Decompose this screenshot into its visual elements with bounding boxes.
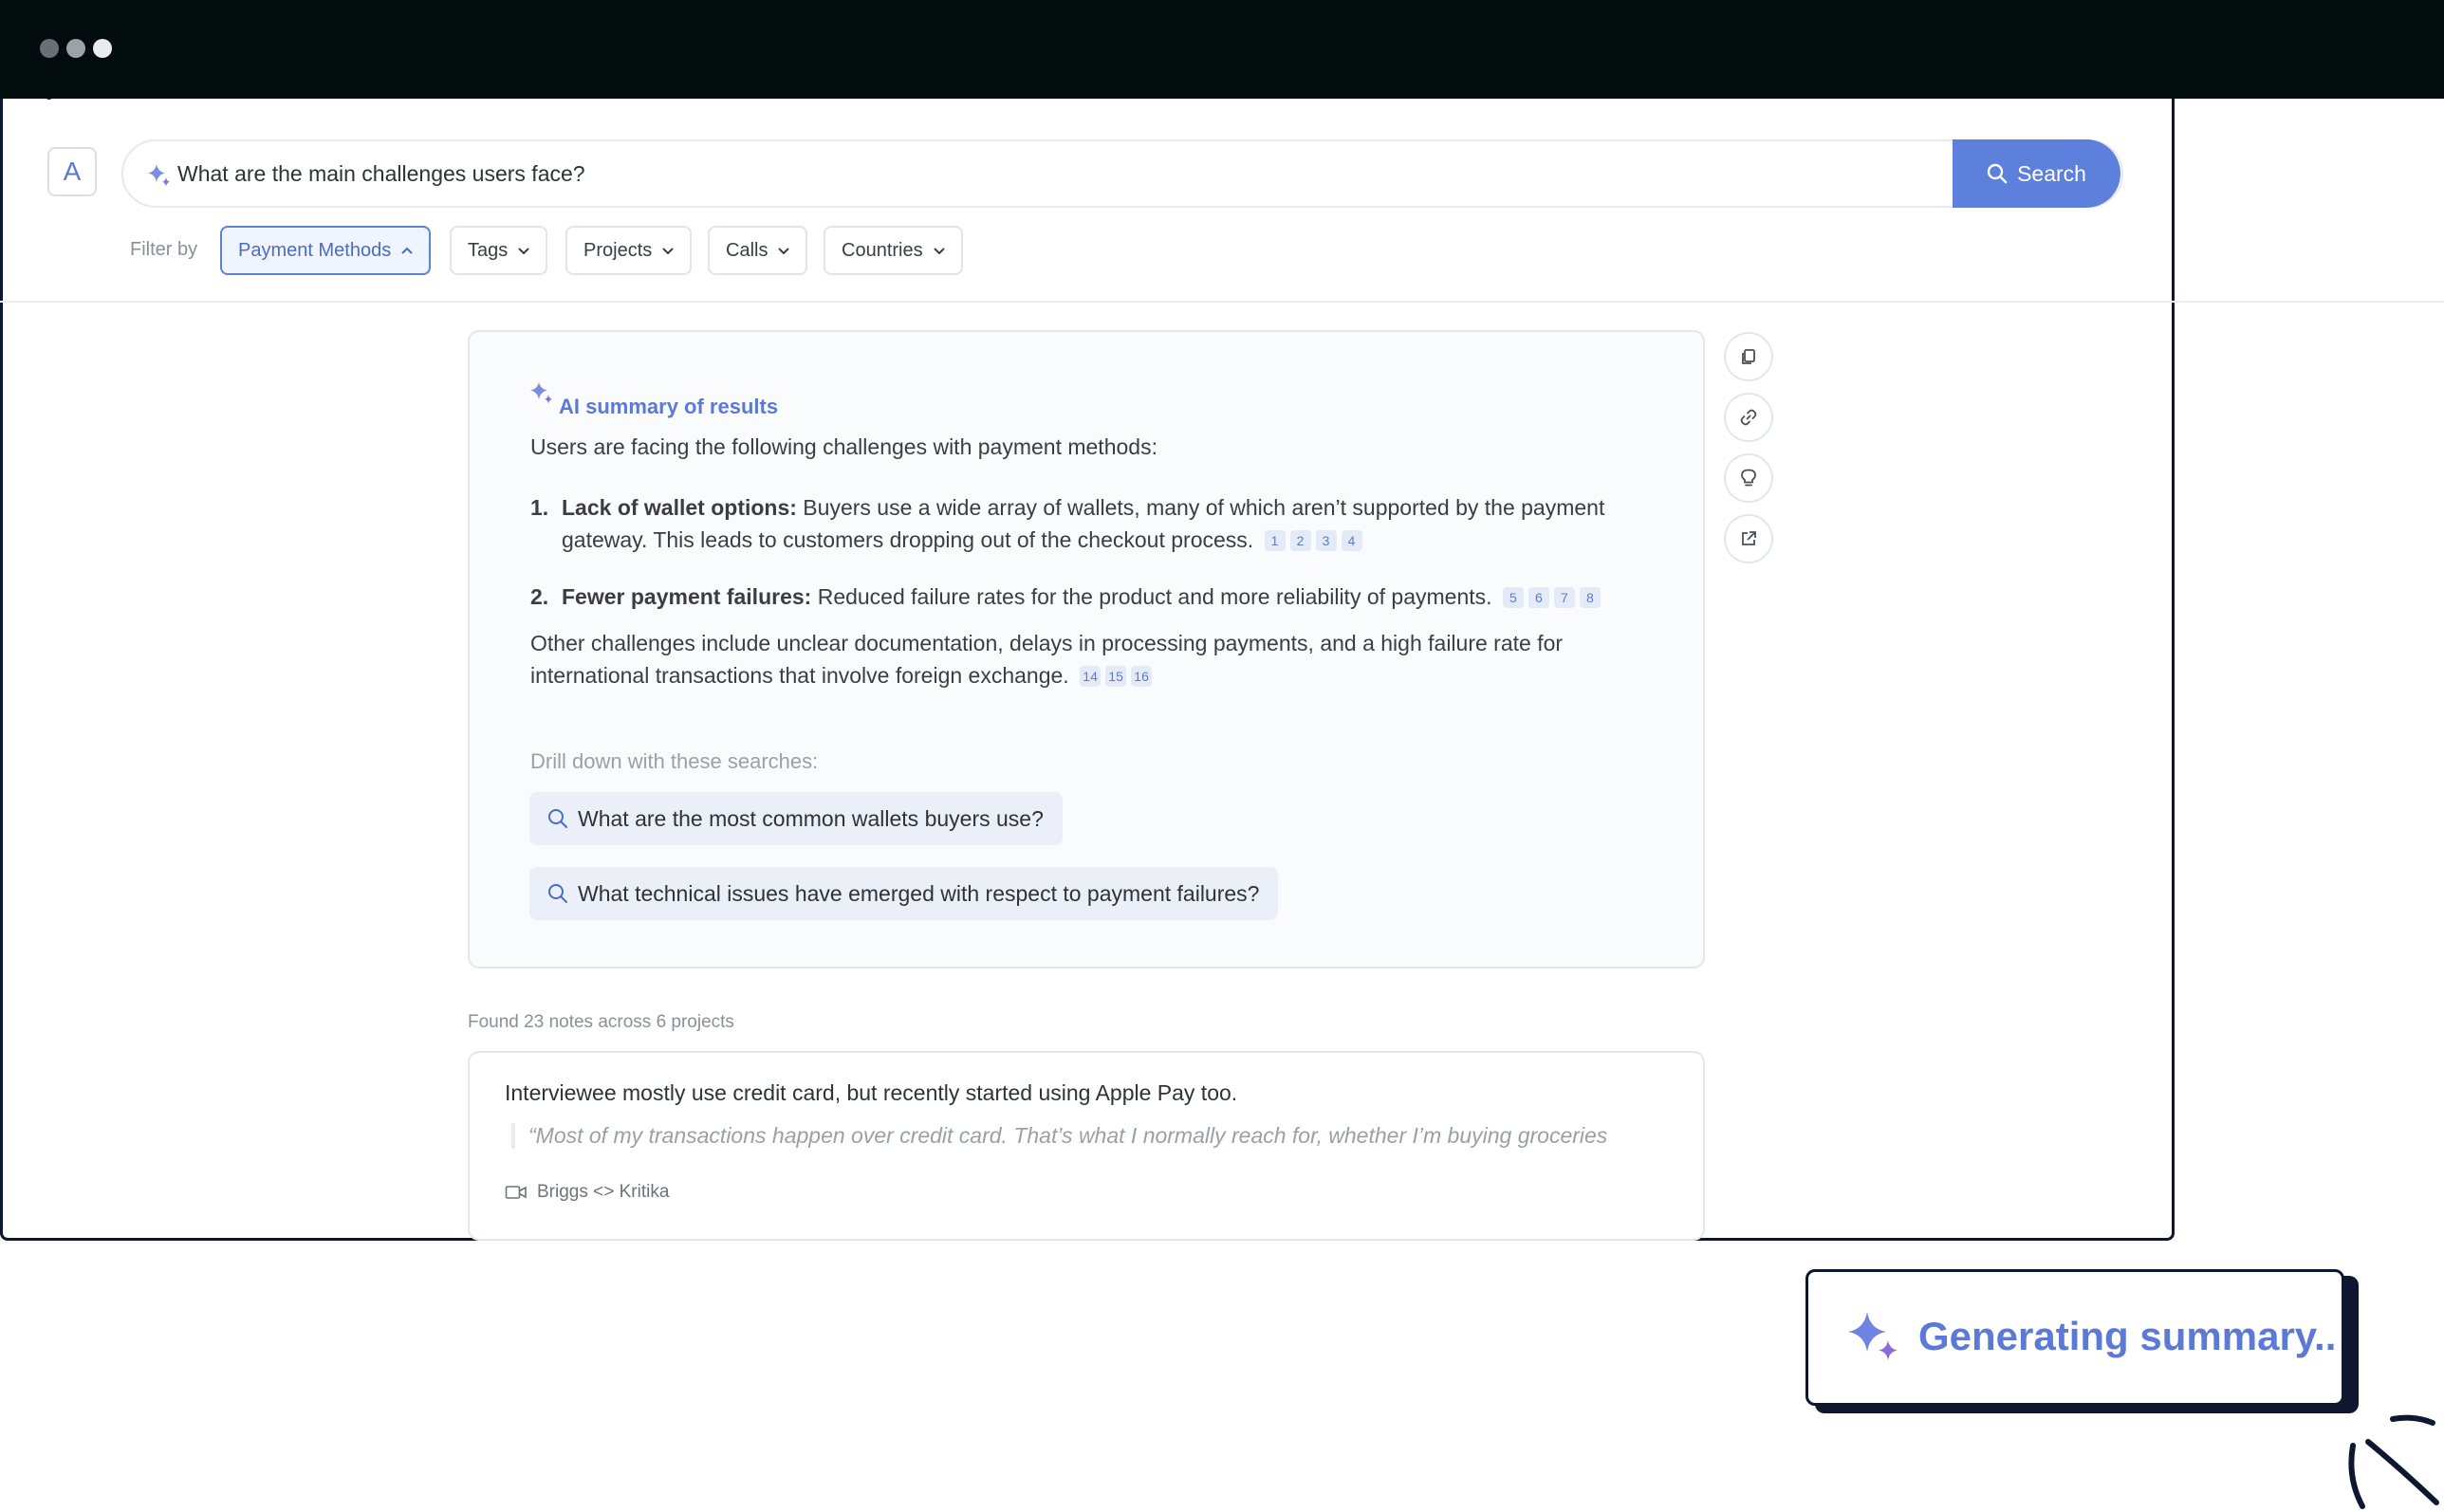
sparkle-icon [530,382,552,404]
decorative-scribble-bottom-right [2348,1414,2439,1509]
note-call-source[interactable]: Briggs <> Kritika [505,1182,669,1203]
chevron-up-icon [401,247,413,254]
citation-badge[interactable]: 5 [1502,587,1524,608]
copy-icon [1742,349,1755,364]
citation-badge[interactable]: 6 [1528,587,1549,608]
filter-projects[interactable]: Projects [565,226,693,275]
summary-item-number: 1. [530,495,549,520]
chevron-down-icon [933,248,945,255]
toast-message: Generating summary.. [1918,1314,2337,1358]
video-camera-icon [505,1186,527,1199]
citation-badge[interactable]: 1 [1264,530,1286,551]
window-dot-minimize[interactable] [66,39,85,58]
note-title: Interviewee mostly use credit card, but … [505,1080,1238,1105]
citation-badge[interactable]: 3 [1315,530,1337,551]
search-query: What are the main challenges users face? [177,161,585,186]
open-external-button[interactable] [1724,514,1773,563]
drill-down-label: Drill down with these searches: [530,749,819,773]
filter-label: Filter by [130,239,198,260]
search-input[interactable]: What are the main challenges users face? [121,139,2123,208]
filter-chip-label: Tags [468,239,509,261]
summary-item: 1. Lack of wallet options: Buyers use a … [530,491,1650,556]
citation-badge[interactable]: 15 [1105,666,1127,687]
insight-button[interactable] [1724,453,1773,503]
search-icon [548,809,567,828]
app-window: A What are the main challenges users fac… [0,0,2444,1241]
filter-tags[interactable]: Tags [450,226,548,275]
summary-intro: Users are facing the following challenge… [530,434,1157,459]
summary-other-text: Other challenges include unclear documen… [530,631,1564,688]
window-dot-close[interactable] [40,39,59,58]
drill-down-search-label: What technical issues have emerged with … [578,880,1260,906]
filter-countries[interactable]: Countries [824,226,963,275]
chevron-down-icon [518,248,529,255]
avatar-letter: A [63,157,82,186]
chevron-down-icon [662,248,674,255]
citation-badge[interactable]: 14 [1080,666,1102,687]
summary-other: Other challenges include unclear documen… [530,627,1621,691]
summary-item-heading: Lack of wallet options: [562,495,797,520]
search-button[interactable]: Search [1953,139,2120,208]
summary-item-heading: Fewer payment failures: [562,584,812,609]
citation-badge[interactable]: 8 [1579,587,1601,608]
note-card[interactable]: Interviewee mostly use credit card, but … [468,1051,1705,1241]
window-titlebar [0,0,2444,99]
header-divider [0,301,2444,303]
copy-link-button[interactable] [1724,393,1773,442]
filter-calls[interactable]: Calls [708,226,808,275]
search-icon [1987,163,2008,184]
note-quote: “Most of my transactions happen over cre… [511,1123,1684,1149]
summary-title: AI summary of results [559,395,779,418]
search-button-label: Search [2017,160,2086,186]
filter-chip-label: Projects [583,239,653,261]
ai-summary-card: AI summary of results Users are facing t… [468,330,1705,968]
filter-chip-label: Countries [842,239,923,261]
summary-item-number: 2. [530,584,549,609]
filter-payment-methods[interactable]: Payment Methods [220,226,432,275]
summary-item: 2. Fewer payment failures: Reduced failu… [530,581,1650,613]
generating-summary-toast: Generating summary.. [1805,1269,2344,1406]
sparkle-icon [148,164,170,187]
summary-item-text: Reduced failure rates for the product an… [811,584,1492,609]
citation-badge[interactable]: 4 [1341,530,1362,551]
note-call-label: Briggs <> Kritika [537,1182,670,1202]
citation-badge[interactable]: 16 [1131,666,1153,687]
window-dot-maximize[interactable] [93,39,112,58]
chevron-down-icon [778,248,790,255]
sparkle-icon [1848,1312,1898,1360]
citation-badge[interactable]: 2 [1289,530,1311,551]
drill-down-search-label: What are the most common wallets buyers … [578,805,1044,831]
drill-down-search[interactable]: What are the most common wallets buyers … [529,792,1063,845]
link-icon [1740,409,1757,426]
results-count: Found 23 notes across 6 projects [468,1012,734,1032]
search-icon [548,884,567,903]
avatar[interactable]: A [47,147,97,196]
copy-button[interactable] [1724,332,1773,381]
drill-down-search[interactable]: What technical issues have emerged with … [529,867,1279,920]
filter-chip-label: Calls [726,239,768,261]
external-link-icon [1742,531,1756,545]
citation-badge[interactable]: 7 [1553,587,1575,608]
lightbulb-icon [1741,469,1756,487]
filter-chip-label: Payment Methods [238,239,392,261]
